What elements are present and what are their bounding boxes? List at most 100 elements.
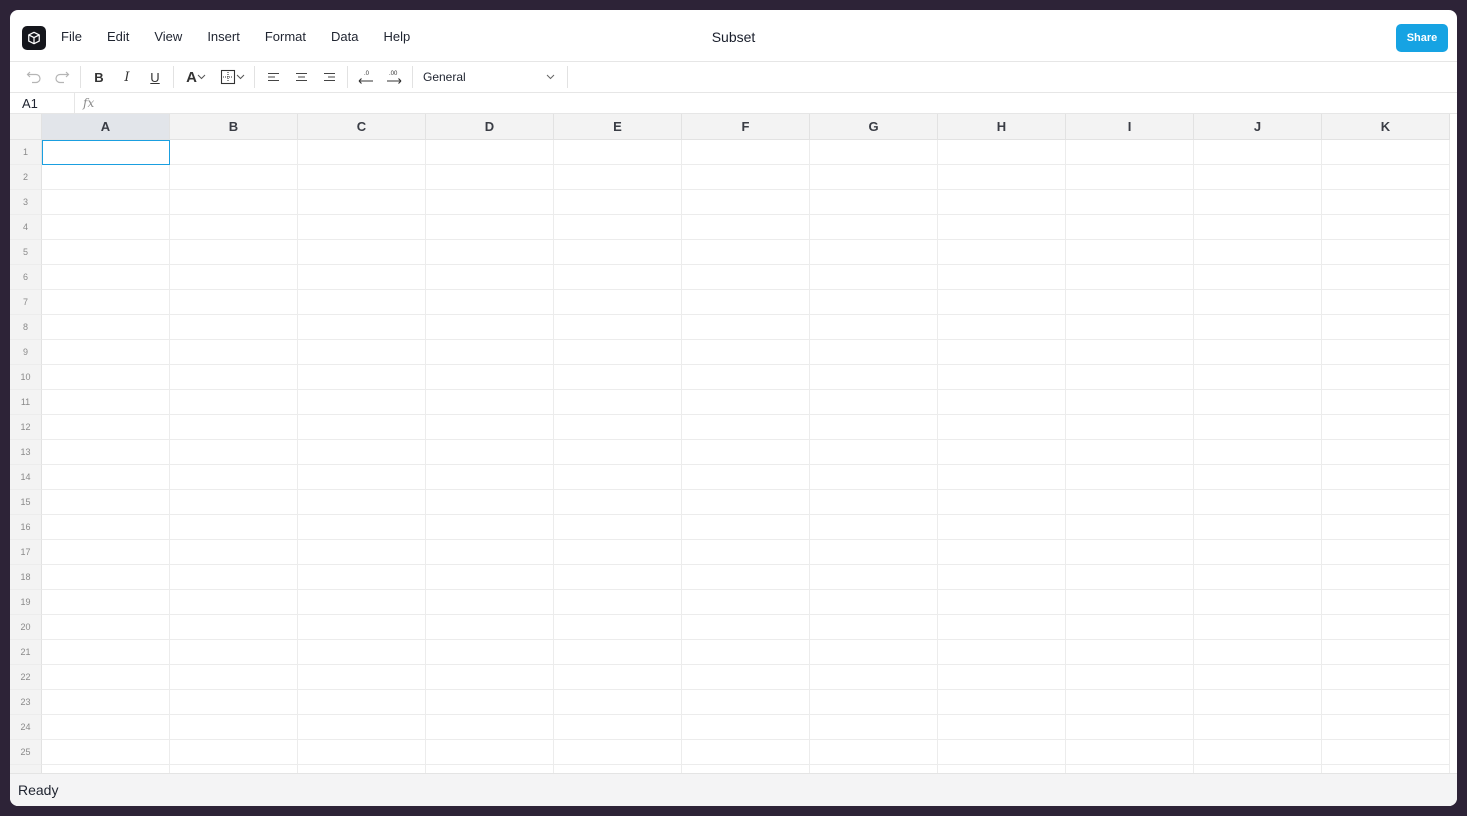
cube-icon[interactable] [22,26,46,50]
cell-f16[interactable] [682,515,810,540]
column-header-a[interactable]: A [42,114,170,140]
cell-c18[interactable] [298,565,426,590]
cell-i23[interactable] [1066,690,1194,715]
cell-i9[interactable] [1066,340,1194,365]
cell-e16[interactable] [554,515,682,540]
cell-g6[interactable] [810,265,938,290]
cell-g13[interactable] [810,440,938,465]
cell-e6[interactable] [554,265,682,290]
cell-a24[interactable] [42,715,170,740]
cell-j2[interactable] [1194,165,1322,190]
cell-c10[interactable] [298,365,426,390]
cell-a21[interactable] [42,640,170,665]
cell-f15[interactable] [682,490,810,515]
cell-k9[interactable] [1322,340,1450,365]
cell-e20[interactable] [554,615,682,640]
row-header-21[interactable]: 21 [10,640,42,665]
cell-a2[interactable] [42,165,170,190]
cell-d23[interactable] [426,690,554,715]
column-header-i[interactable]: I [1066,114,1194,140]
cell-d22[interactable] [426,665,554,690]
cell-d21[interactable] [426,640,554,665]
cell-k20[interactable] [1322,615,1450,640]
cell-b14[interactable] [170,465,298,490]
cell-f18[interactable] [682,565,810,590]
cell-c14[interactable] [298,465,426,490]
cell-f22[interactable] [682,665,810,690]
cell-g1[interactable] [810,140,938,165]
redo-button[interactable] [48,65,76,89]
cell-j3[interactable] [1194,190,1322,215]
cell-f9[interactable] [682,340,810,365]
row-header-10[interactable]: 10 [10,365,42,390]
cell-k2[interactable] [1322,165,1450,190]
font-color-button[interactable]: A [178,65,214,89]
cell-e19[interactable] [554,590,682,615]
cell-b6[interactable] [170,265,298,290]
cell-h2[interactable] [938,165,1066,190]
cell-h8[interactable] [938,315,1066,340]
cell-a15[interactable] [42,490,170,515]
cell-b5[interactable] [170,240,298,265]
cell-c19[interactable] [298,590,426,615]
cell-i7[interactable] [1066,290,1194,315]
cell-e23[interactable] [554,690,682,715]
cell-g18[interactable] [810,565,938,590]
cell-h11[interactable] [938,390,1066,415]
underline-button[interactable]: U [141,65,169,89]
cell-a8[interactable] [42,315,170,340]
row-header-11[interactable]: 11 [10,390,42,415]
cell-k6[interactable] [1322,265,1450,290]
cell-i3[interactable] [1066,190,1194,215]
cell-g14[interactable] [810,465,938,490]
cell-d13[interactable] [426,440,554,465]
row-header-20[interactable]: 20 [10,615,42,640]
cell-f1[interactable] [682,140,810,165]
cell-d9[interactable] [426,340,554,365]
cell-g4[interactable] [810,215,938,240]
cell-k1[interactable] [1322,140,1450,165]
cell-g9[interactable] [810,340,938,365]
cell-e24[interactable] [554,715,682,740]
cell-b20[interactable] [170,615,298,640]
menu-data[interactable]: Data [320,29,369,44]
cell-g17[interactable] [810,540,938,565]
cell-k25[interactable] [1322,740,1450,765]
column-header-d[interactable]: D [426,114,554,140]
cell-k21[interactable] [1322,640,1450,665]
cell-c22[interactable] [298,665,426,690]
cell-h25[interactable] [938,740,1066,765]
cell-a17[interactable] [42,540,170,565]
cell-j26[interactable] [1194,765,1322,773]
cell-k18[interactable] [1322,565,1450,590]
row-header-5[interactable]: 5 [10,240,42,265]
increase-decimal-button[interactable]: .00 [380,65,408,89]
cell-h7[interactable] [938,290,1066,315]
column-header-h[interactable]: H [938,114,1066,140]
cell-k3[interactable] [1322,190,1450,215]
cell-a19[interactable] [42,590,170,615]
decrease-decimal-button[interactable]: .0 [352,65,380,89]
cell-k4[interactable] [1322,215,1450,240]
cell-g22[interactable] [810,665,938,690]
row-header-26[interactable]: 26 [10,765,42,773]
cell-f4[interactable] [682,215,810,240]
menu-view[interactable]: View [143,29,193,44]
cell-f14[interactable] [682,465,810,490]
cell-c5[interactable] [298,240,426,265]
cell-g26[interactable] [810,765,938,773]
cell-j10[interactable] [1194,365,1322,390]
cell-b19[interactable] [170,590,298,615]
cell-c12[interactable] [298,415,426,440]
cell-g7[interactable] [810,290,938,315]
cell-c9[interactable] [298,340,426,365]
cell-i17[interactable] [1066,540,1194,565]
cell-d26[interactable] [426,765,554,773]
cell-h3[interactable] [938,190,1066,215]
cell-g2[interactable] [810,165,938,190]
cell-a4[interactable] [42,215,170,240]
cell-k11[interactable] [1322,390,1450,415]
cell-a22[interactable] [42,665,170,690]
row-header-14[interactable]: 14 [10,465,42,490]
cell-k17[interactable] [1322,540,1450,565]
